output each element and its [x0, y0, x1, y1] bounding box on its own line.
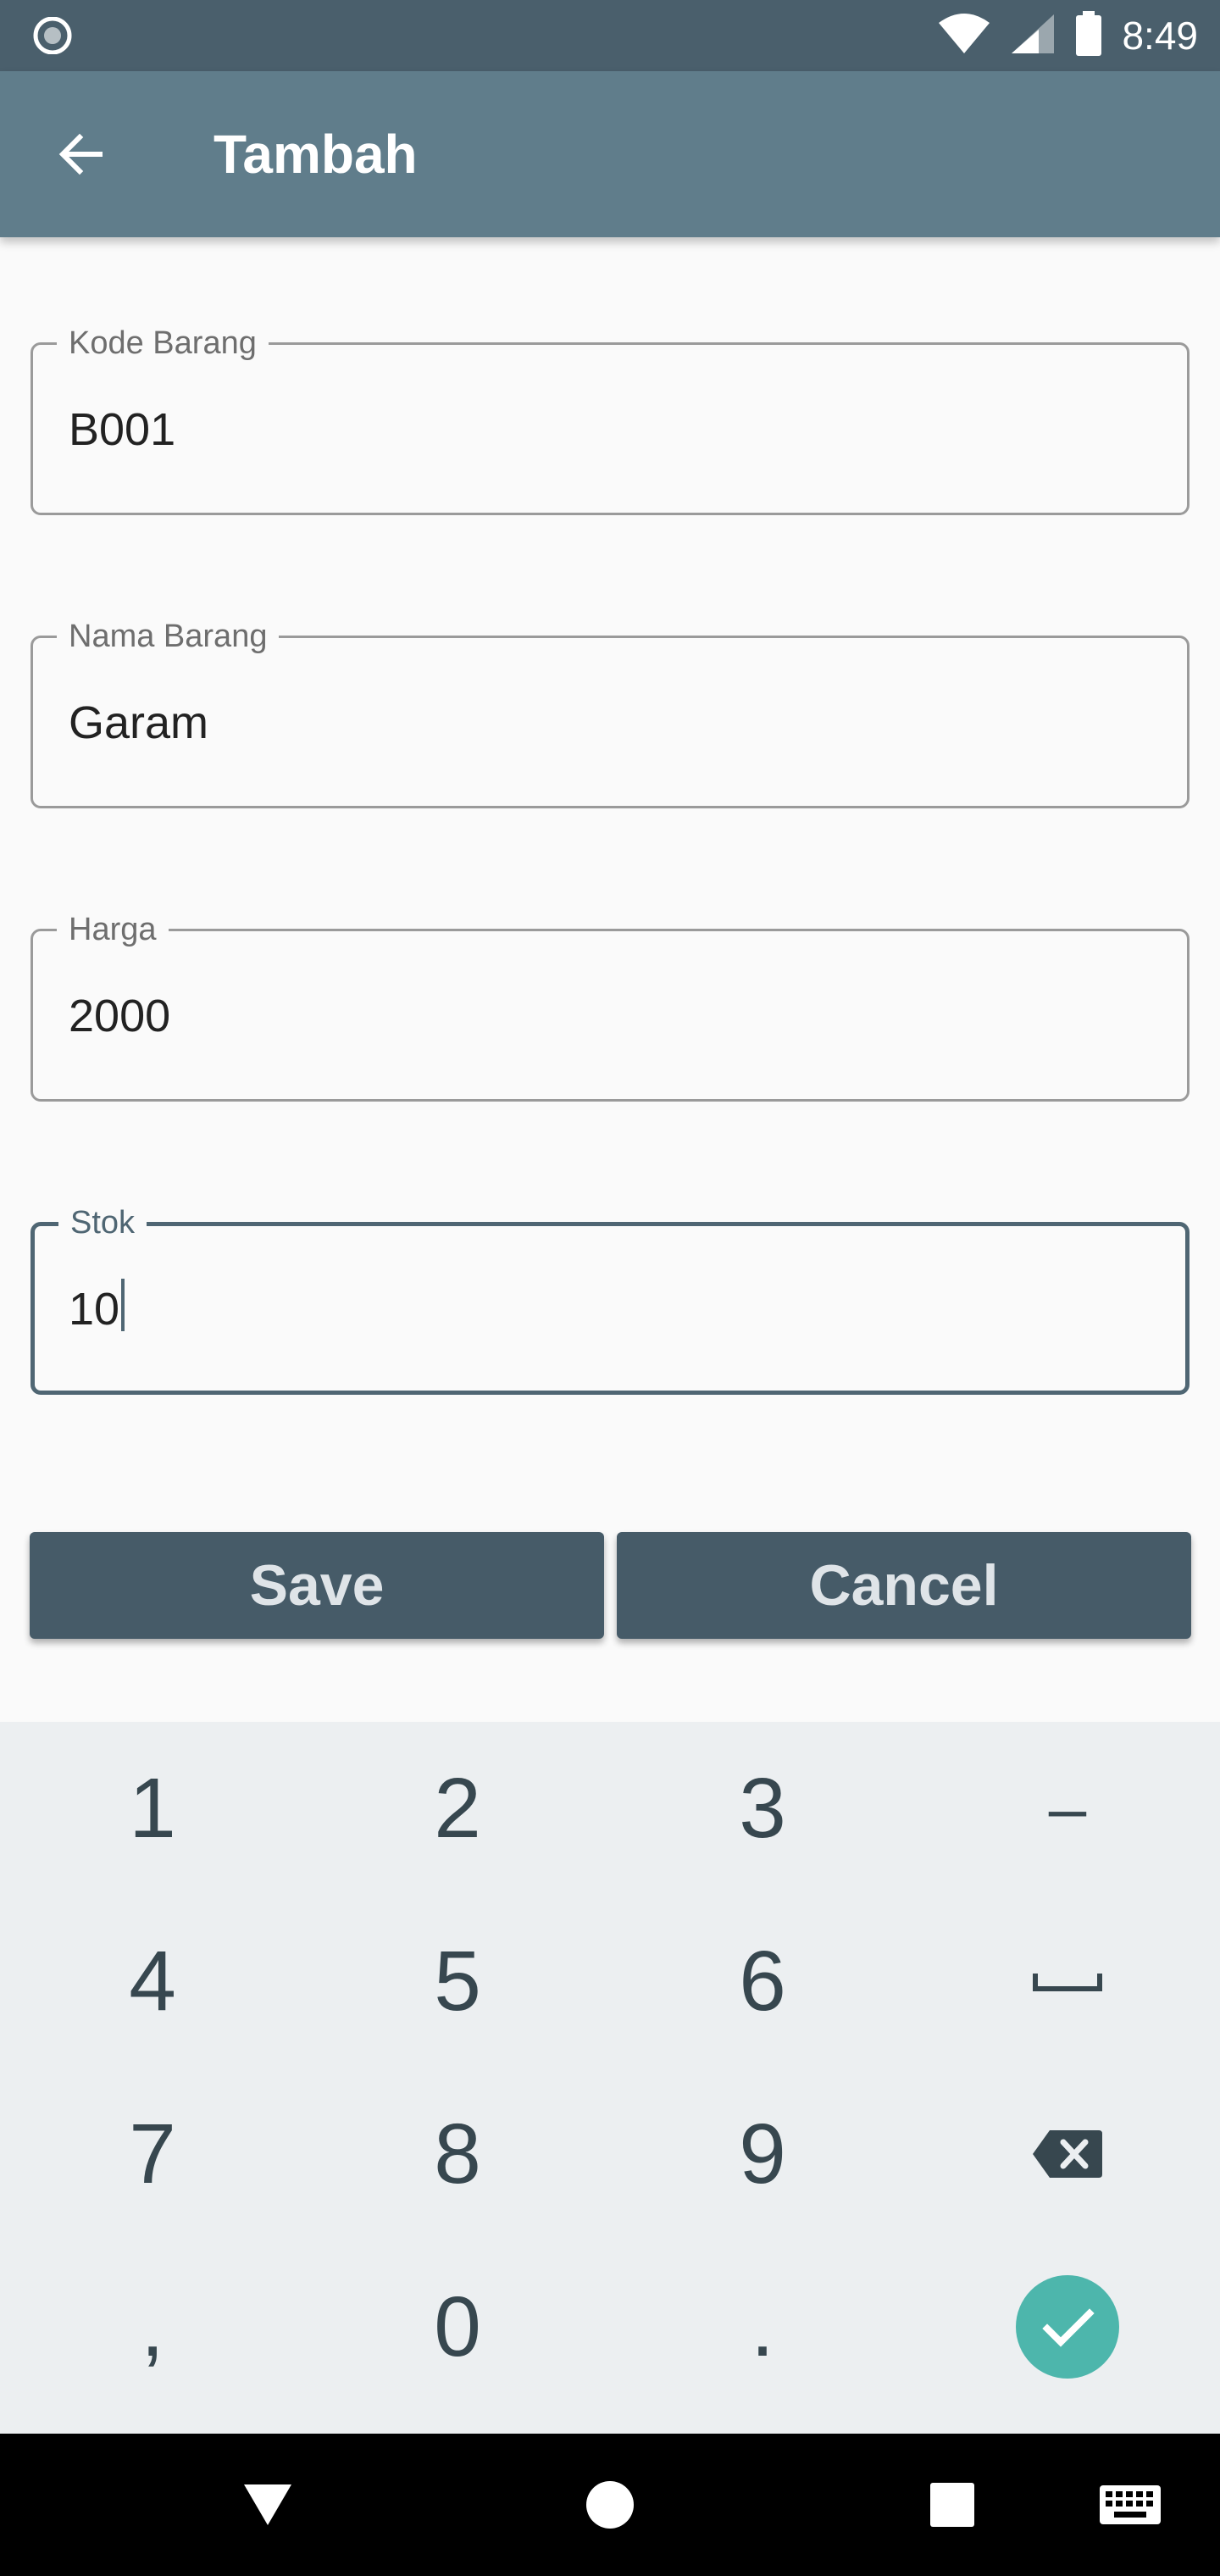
- field-value: 2000: [69, 991, 171, 1041]
- arrow-left-icon: [58, 133, 103, 175]
- page-title: Tambah: [214, 124, 418, 185]
- save-button[interactable]: Save: [30, 1532, 604, 1639]
- field-label: Harga: [57, 909, 169, 950]
- key-9[interactable]: 9: [610, 2068, 915, 2240]
- backspace-icon: [1033, 2130, 1102, 2178]
- key-period[interactable]: .: [610, 2240, 915, 2413]
- field-value-wrap: 10: [69, 1275, 125, 1343]
- numeric-keyboard: 1 2 3 – 4 5 6 7 8 9 , 0 .: [0, 1722, 1220, 2434]
- field-value: B001: [69, 404, 176, 455]
- text-caret: [121, 1279, 125, 1331]
- key-8[interactable]: 8: [305, 2068, 610, 2240]
- status-bar: 8:49: [0, 0, 1220, 71]
- stok-field[interactable]: Stok 10: [30, 1202, 1190, 1395]
- key-minus[interactable]: –: [915, 1722, 1220, 1895]
- kode-barang-field[interactable]: Kode Barang B001: [30, 323, 1190, 515]
- app-bar: Tambah: [0, 71, 1220, 237]
- keyboard-switch-icon: [1100, 2485, 1161, 2524]
- home-circle-icon: [586, 2481, 634, 2529]
- key-4[interactable]: 4: [0, 1895, 305, 2068]
- cell-signal-icon: [1010, 13, 1056, 59]
- field-value: Garam: [69, 697, 209, 748]
- key-1[interactable]: 1: [0, 1722, 305, 1895]
- nav-home-button[interactable]: [568, 2462, 652, 2547]
- nav-back-button[interactable]: [225, 2462, 310, 2547]
- notification-dot-icon: [30, 16, 75, 55]
- field-value: 10: [69, 1284, 120, 1335]
- battery-icon: [1074, 10, 1103, 61]
- key-6[interactable]: 6: [610, 1895, 915, 2068]
- back-button[interactable]: [44, 117, 119, 192]
- key-7[interactable]: 7: [0, 2068, 305, 2240]
- nama-barang-field[interactable]: Nama Barang Garam: [30, 616, 1190, 808]
- nav-recents-button[interactable]: [910, 2462, 995, 2547]
- wifi-icon: [937, 13, 991, 59]
- space-icon: [1033, 1974, 1102, 1991]
- key-2[interactable]: 2: [305, 1722, 610, 1895]
- system-nav-bar: [0, 2434, 1220, 2576]
- key-done[interactable]: [915, 2240, 1220, 2413]
- key-space[interactable]: [915, 1895, 1220, 2068]
- done-check-icon: [1016, 2275, 1119, 2379]
- field-label: Nama Barang: [57, 616, 280, 657]
- nav-keyboard-button[interactable]: [1088, 2462, 1173, 2547]
- cancel-button[interactable]: Cancel: [617, 1532, 1191, 1639]
- key-comma[interactable]: ,: [0, 2240, 305, 2413]
- key-5[interactable]: 5: [305, 1895, 610, 2068]
- harga-field[interactable]: Harga 2000: [30, 909, 1190, 1102]
- status-time: 8:49: [1122, 14, 1198, 58]
- recents-square-icon: [930, 2483, 974, 2527]
- key-3[interactable]: 3: [610, 1722, 915, 1895]
- field-label: Kode Barang: [57, 323, 269, 364]
- field-label: Stok: [58, 1202, 147, 1243]
- key-0[interactable]: 0: [305, 2240, 610, 2413]
- key-backspace[interactable]: [915, 2068, 1220, 2240]
- back-triangle-icon: [244, 2484, 291, 2525]
